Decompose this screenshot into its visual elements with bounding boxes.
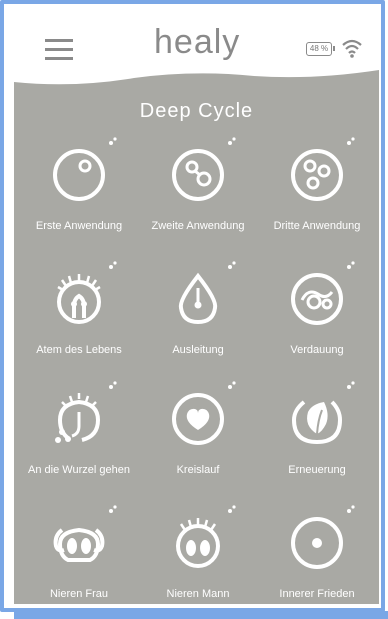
drop-icon [178,272,218,325]
kidneys-male-icon [176,518,220,568]
tile-label: Innerer Frieden [279,588,355,600]
tile-ausleitung[interactable]: Ausleitung [137,261,259,380]
tile-kreislauf[interactable]: Kreislauf [137,381,259,500]
leaf-icon [291,400,343,445]
circle-one-dot-icon [53,149,105,201]
download-icon [347,505,355,513]
download-icon [228,137,236,145]
lungs-icon [57,274,101,324]
circle-three-dots-icon [291,149,343,201]
circle-two-dots-icon [172,149,224,201]
tile-label: Verdauung [290,344,344,356]
kidneys-female-icon [53,527,105,562]
tile-dritte-anwendung[interactable]: Dritte Anwendung [256,137,378,256]
download-icon [109,381,117,389]
download-icon [347,381,355,389]
download-icon [347,261,355,269]
app-screen: healy 48 % Deep Cycle Erste Anwendung Zw… [14,4,379,604]
tile-label: Erneuerung [288,464,346,476]
tile-label: Dritte Anwendung [273,220,361,232]
tile-erste-anwendung[interactable]: Erste Anwendung [18,137,140,256]
inner-peace-icon [291,517,343,569]
download-icon [109,505,117,513]
download-icon [347,137,355,145]
download-icon [109,137,117,145]
tile-erneuerung[interactable]: Erneuerung [256,381,378,500]
download-icon [228,505,236,513]
download-icon [228,261,236,269]
tile-atem-des-lebens[interactable]: Atem des Lebens [18,261,140,380]
frame-bottom-edge [14,611,388,619]
program-grid: Erste Anwendung Zweite Anwendung Dritte … [14,4,379,604]
tile-verdauung[interactable]: Verdauung [256,261,378,380]
tile-an-die-wurzel-gehen[interactable]: An die Wurzel gehen [18,381,140,500]
digestion-icon [291,273,343,325]
tile-zweite-anwendung[interactable]: Zweite Anwendung [137,137,259,256]
tile-nieren-frau[interactable]: Nieren Frau [18,505,140,604]
heart-icon [172,393,224,445]
download-icon [228,381,236,389]
root-icon [55,393,101,443]
tile-nieren-mann[interactable]: Nieren Mann [137,505,259,604]
download-icon [109,261,117,269]
tile-innerer-frieden[interactable]: Innerer Frieden [256,505,378,604]
